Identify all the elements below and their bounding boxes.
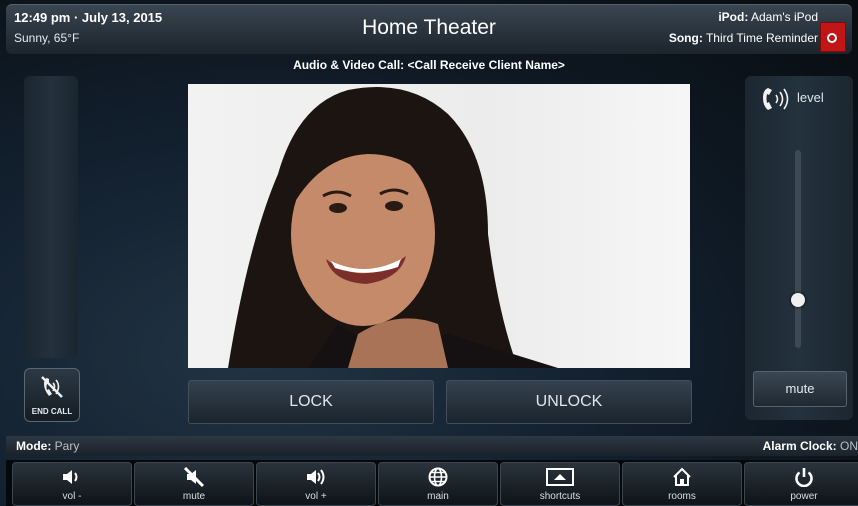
nav-label: vol + — [305, 491, 327, 502]
speaker-minus-icon — [63, 470, 78, 484]
vol-down-button[interactable]: vol - — [12, 462, 132, 506]
nav-label: mute — [182, 491, 206, 502]
shortcuts-button[interactable]: shortcuts — [500, 462, 620, 506]
power-icon — [795, 468, 813, 487]
mode-value: Pary — [54, 439, 80, 453]
main-button[interactable]: main — [378, 462, 498, 506]
home-icon — [673, 467, 691, 486]
volume-slider[interactable] — [795, 150, 801, 348]
video-feed — [188, 84, 690, 368]
nav-label: shortcuts — [539, 491, 581, 502]
call-title: Audio & Video Call: <Call Receive Client… — [293, 58, 565, 72]
vol-up-button[interactable]: vol + — [256, 462, 376, 506]
shortcuts-icon — [546, 468, 574, 486]
nav-label: main — [427, 491, 449, 502]
alarm-label: Alarm Clock: — [762, 439, 837, 453]
mode-status: Mode: Pary — [16, 439, 79, 453]
app-frame: 12:49 pm · July 13, 2015 Sunny, 65°F Hom… — [0, 0, 858, 506]
mute-icon — [183, 467, 205, 487]
phone-off-icon — [41, 376, 63, 398]
alarm-value: ON — [840, 439, 858, 453]
ipod-source: iPod: Adam's iPod — [718, 10, 818, 24]
album-art[interactable] — [820, 22, 846, 52]
nav-label: power — [790, 491, 818, 502]
speaker-plus-icon — [307, 469, 325, 485]
end-call-label: END CALL — [31, 407, 73, 416]
ipod-label: iPod: — [718, 10, 749, 24]
ipod-value: Adam's iPod — [751, 10, 818, 24]
mute-button[interactable]: mute — [753, 371, 847, 407]
caller-portrait — [228, 87, 558, 368]
nav-label: rooms — [668, 491, 696, 502]
alarm-status: Alarm Clock: ON — [763, 439, 858, 453]
bottom-nav: vol - mute vol + main shortcuts rooms po… — [6, 460, 858, 506]
mute-nav-button[interactable]: mute — [134, 462, 254, 506]
song-value: Third Time Reminder — [705, 31, 818, 45]
song-label: Song: — [668, 31, 703, 45]
header-bar: 12:49 pm · July 13, 2015 Sunny, 65°F Hom… — [6, 4, 852, 54]
left-panel — [24, 76, 78, 358]
current-song: Song: Third Time Reminder — [669, 31, 818, 45]
mode-label: Mode: — [16, 439, 52, 453]
unlock-button[interactable]: UNLOCK — [446, 380, 692, 424]
level-label: level — [797, 90, 824, 105]
end-call-button[interactable]: END CALL — [24, 368, 80, 422]
nav-label: vol - — [62, 491, 82, 502]
power-button[interactable]: power — [744, 462, 858, 506]
status-bar: Mode: Pary Alarm Clock: ON — [6, 436, 858, 456]
globe-icon — [428, 467, 448, 487]
rooms-button[interactable]: rooms — [622, 462, 742, 506]
phone-volume-icon — [763, 88, 789, 110]
lock-button[interactable]: LOCK — [188, 380, 434, 424]
